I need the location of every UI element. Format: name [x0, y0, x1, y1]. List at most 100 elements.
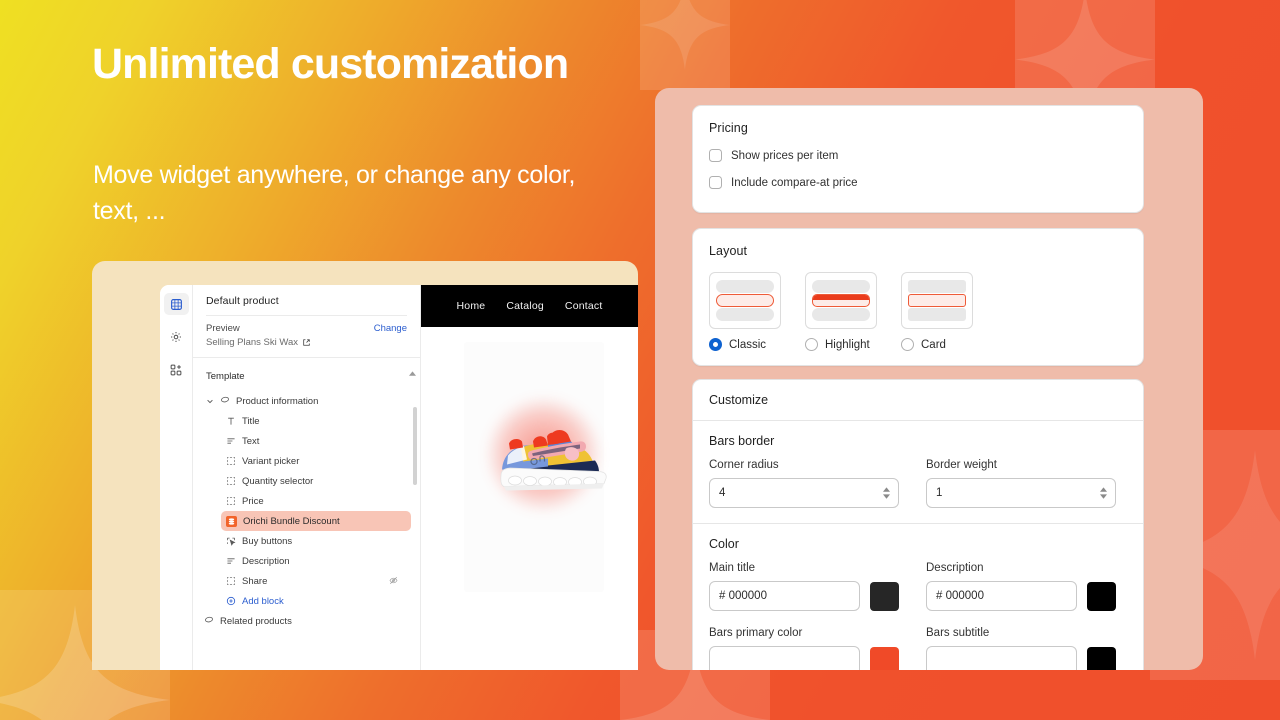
- tree-item-label: Text: [242, 435, 260, 447]
- tree-item-variant-picker[interactable]: Variant picker: [193, 451, 420, 471]
- nav-item-catalog[interactable]: Catalog: [506, 300, 544, 312]
- layout-option-highlight[interactable]: Highlight: [805, 272, 877, 351]
- radio-icon[interactable]: [901, 338, 914, 351]
- block-icon: [226, 576, 236, 586]
- checkbox-icon[interactable]: [709, 176, 722, 189]
- tree-item-description[interactable]: Description: [193, 551, 420, 571]
- bars-border-fields: Corner radius 4 Border weight 1: [693, 448, 1143, 508]
- tree-item-buy-buttons[interactable]: Buy buttons: [193, 531, 420, 551]
- admin-template-panel: Default product Preview Change Selling P…: [193, 285, 421, 670]
- radio-icon[interactable]: [709, 338, 722, 351]
- main-title-color-swatch[interactable]: [870, 581, 899, 611]
- bars-border-heading: Bars border: [709, 434, 775, 448]
- thumb-bar: [908, 280, 966, 293]
- checkbox-show-prices-per-item[interactable]: Show prices per item: [709, 149, 1127, 162]
- tree-item-share[interactable]: Share: [193, 571, 420, 591]
- tree-item-orichi-bundle-discount[interactable]: Orichi Bundle Discount: [221, 511, 411, 531]
- layout-option-card[interactable]: Card: [901, 272, 973, 351]
- tree-item-product-information[interactable]: Product information: [193, 391, 420, 411]
- plus-circle-icon: [226, 596, 236, 606]
- chevron-down-icon[interactable]: [206, 397, 214, 405]
- template-tree: Template Product information Title Text Var…: [193, 357, 420, 670]
- stepper-icon[interactable]: [1100, 487, 1107, 499]
- thumb-bar-highlighted: [908, 294, 966, 307]
- nav-item-home[interactable]: Home: [457, 300, 486, 312]
- field-label: Corner radius: [709, 459, 779, 471]
- text-lines-icon: [226, 556, 236, 566]
- layout-options: Classic Highlight Card: [709, 272, 1127, 351]
- tree-item-label: Related products: [220, 615, 292, 627]
- layout-thumbnail-classic[interactable]: [709, 272, 781, 329]
- preview-value: Selling Plans Ski Wax: [206, 337, 407, 348]
- external-link-icon[interactable]: [303, 339, 310, 346]
- radio-row-classic[interactable]: Classic: [709, 338, 781, 351]
- description-color-input[interactable]: # 000000: [926, 581, 1077, 611]
- layout-thumbnail-highlight[interactable]: [805, 272, 877, 329]
- radio-icon[interactable]: [805, 338, 818, 351]
- radio-label: Classic: [729, 338, 767, 351]
- tree-section-label: Template: [206, 371, 245, 382]
- tree-item-text[interactable]: Text: [193, 431, 420, 451]
- bars-subtitle-color-swatch[interactable]: [1087, 646, 1116, 670]
- admin-panel-header: Default product Preview Change Selling P…: [193, 285, 420, 357]
- input-value: # 000000: [936, 590, 984, 602]
- description-color-swatch[interactable]: [1087, 581, 1116, 611]
- layout-thumbnail-card[interactable]: [901, 272, 973, 329]
- radio-row-highlight[interactable]: Highlight: [805, 338, 877, 351]
- block-icon: [226, 476, 236, 486]
- radio-label: Card: [921, 338, 946, 351]
- sparkle-icon: [640, 0, 730, 90]
- tree-item-label: Price: [242, 495, 264, 507]
- field-label: Description: [926, 562, 984, 574]
- checkbox-label: Include compare-at price: [731, 176, 858, 189]
- layout-card: Layout Classic Highlight Card: [692, 228, 1144, 366]
- nav-item-contact[interactable]: Contact: [565, 300, 603, 312]
- field-corner-radius: Corner radius 4: [709, 459, 899, 508]
- tree-item-label: Orichi Bundle Discount: [243, 515, 340, 527]
- field-label-text: Bars subtitle: [926, 627, 990, 639]
- thumb-bar: [716, 280, 774, 293]
- customize-heading: Customize: [693, 380, 1143, 421]
- scroll-up-arrow[interactable]: [409, 363, 416, 381]
- settings-gear-icon[interactable]: [164, 326, 189, 348]
- tree-item-add-block[interactable]: Add block: [193, 591, 420, 611]
- layout-heading: Layout: [709, 244, 748, 258]
- tree-item-label: Product information: [236, 395, 319, 407]
- tree-item-label: Add block: [242, 595, 284, 607]
- app-blocks-icon[interactable]: [164, 359, 189, 381]
- admin-app-window: Default product Preview Change Selling P…: [160, 285, 638, 670]
- color-fields-row-1: Main title # 000000 Description # 000000: [693, 551, 1143, 611]
- left-screenshot-frame: Default product Preview Change Selling P…: [92, 261, 638, 670]
- page-subtitle: Move widget anywhere, or change any colo…: [93, 161, 576, 225]
- layout-option-classic[interactable]: Classic: [709, 272, 781, 351]
- tree-item-label: Description: [242, 555, 290, 567]
- bars-subtitle-color-input[interactable]: [926, 646, 1077, 670]
- tree-item-label: Variant picker: [242, 455, 300, 467]
- thumb-bar-highlighted: [716, 294, 774, 307]
- bars-primary-color-input[interactable]: [709, 646, 860, 670]
- main-title-color-input[interactable]: # 000000: [709, 581, 860, 611]
- input-value: 4: [719, 487, 726, 499]
- border-weight-input[interactable]: 1: [926, 478, 1116, 508]
- checkbox-include-compare-at-price[interactable]: Include compare-at price: [709, 176, 1127, 189]
- thumb-bar-highlighted: [812, 294, 870, 307]
- tree-item-title[interactable]: Title: [193, 411, 420, 431]
- page-title: Unlimited customization: [92, 40, 569, 88]
- field-bars-primary-color: Bars primary color: [709, 627, 899, 670]
- radio-row-card[interactable]: Card: [901, 338, 973, 351]
- tree-item-label: Buy buttons: [242, 535, 293, 547]
- tree-item-price[interactable]: Price: [193, 491, 420, 511]
- bars-primary-color-swatch[interactable]: [870, 646, 899, 670]
- customize-card: Customize Bars border Corner radius 4 Bo…: [692, 379, 1144, 670]
- template-icon[interactable]: [163, 293, 189, 315]
- corner-radius-input[interactable]: 4: [709, 478, 899, 508]
- eye-off-icon[interactable]: [389, 576, 398, 588]
- product-shoe-image: [473, 393, 623, 513]
- checkbox-icon[interactable]: [709, 149, 722, 162]
- tree-item-related-products[interactable]: Related products: [193, 611, 420, 631]
- field-label: Bars primary color: [709, 627, 803, 639]
- stepper-icon[interactable]: [883, 487, 890, 499]
- tree-item-quantity-selector[interactable]: Quantity selector: [193, 471, 420, 491]
- radio-label: Highlight: [825, 338, 870, 351]
- change-link[interactable]: Change: [374, 323, 407, 334]
